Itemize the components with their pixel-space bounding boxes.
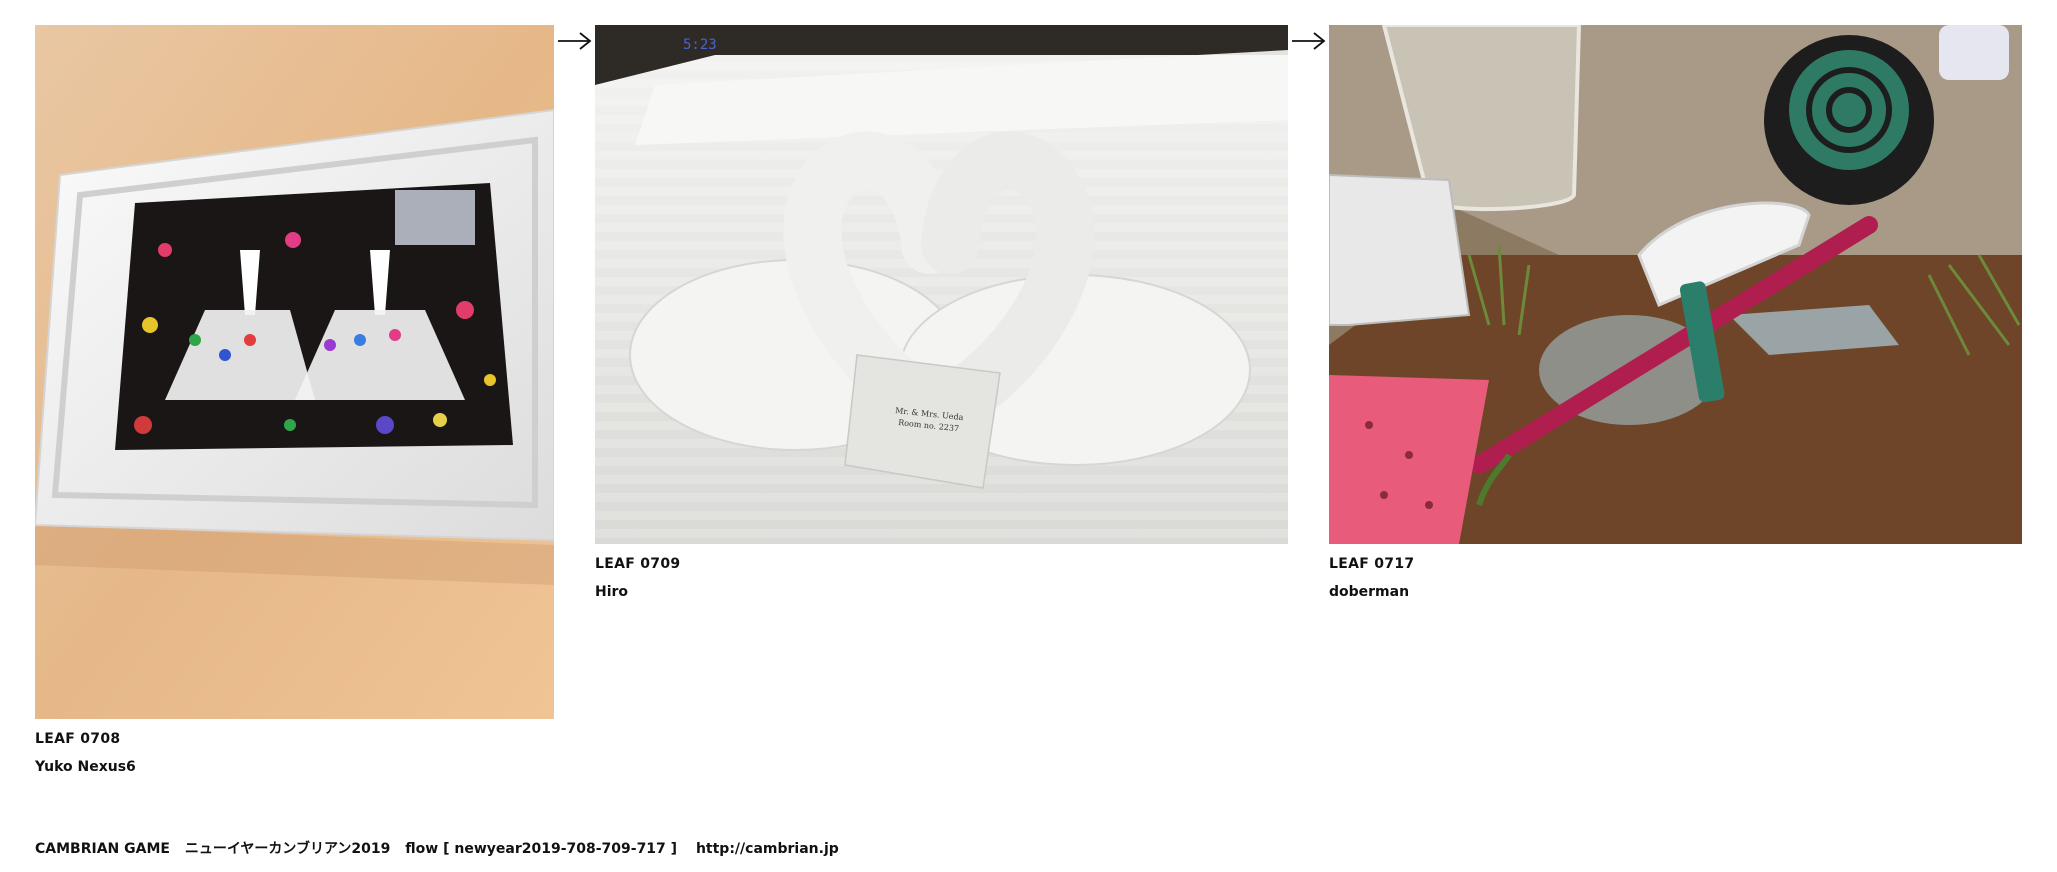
leaf-author[interactable]: Hiro — [595, 584, 628, 600]
site-name: CAMBRIAN GAME — [35, 841, 170, 857]
leaf-0708-photo[interactable] — [35, 25, 554, 719]
leaf-0709: 5:23 Mr. & Mrs. Ueda Room no. 2237 LEAF … — [595, 25, 1288, 605]
site-link[interactable]: http://cambrian.jp — [696, 841, 839, 857]
leaf-id: LEAF 0708 — [35, 731, 121, 747]
leaf-author[interactable]: doberman — [1329, 584, 1409, 600]
garden-tools-image — [1329, 25, 2022, 544]
flow-label: flow [ newyear2019-708-709-717 ] — [405, 841, 678, 857]
arrow-icon — [558, 32, 592, 50]
site-footer: CAMBRIAN GAME ニューイヤーカンブリアン2019 flow [ ne… — [35, 838, 839, 858]
leaf-0717: LEAF 0717 doberman — [1329, 25, 2022, 605]
leaf-id: LEAF 0717 — [1329, 556, 1415, 572]
clock-text: 5:23 — [683, 37, 717, 53]
leaf-0708: LEAF 0708 Yuko Nexus6 — [35, 25, 554, 785]
leaf-0709-photo[interactable]: 5:23 Mr. & Mrs. Ueda Room no. 2237 — [595, 25, 1288, 544]
event-title: ニューイヤーカンブリアン2019 — [184, 841, 391, 857]
leaf-author[interactable]: Yuko Nexus6 — [35, 759, 136, 775]
leaf-0717-photo[interactable] — [1329, 25, 2022, 544]
framed-ballerina-image — [35, 25, 554, 719]
towel-swans-image: 5:23 Mr. & Mrs. Ueda Room no. 2237 — [595, 25, 1288, 544]
leaf-id: LEAF 0709 — [595, 556, 681, 572]
arrow-icon — [1292, 32, 1326, 50]
